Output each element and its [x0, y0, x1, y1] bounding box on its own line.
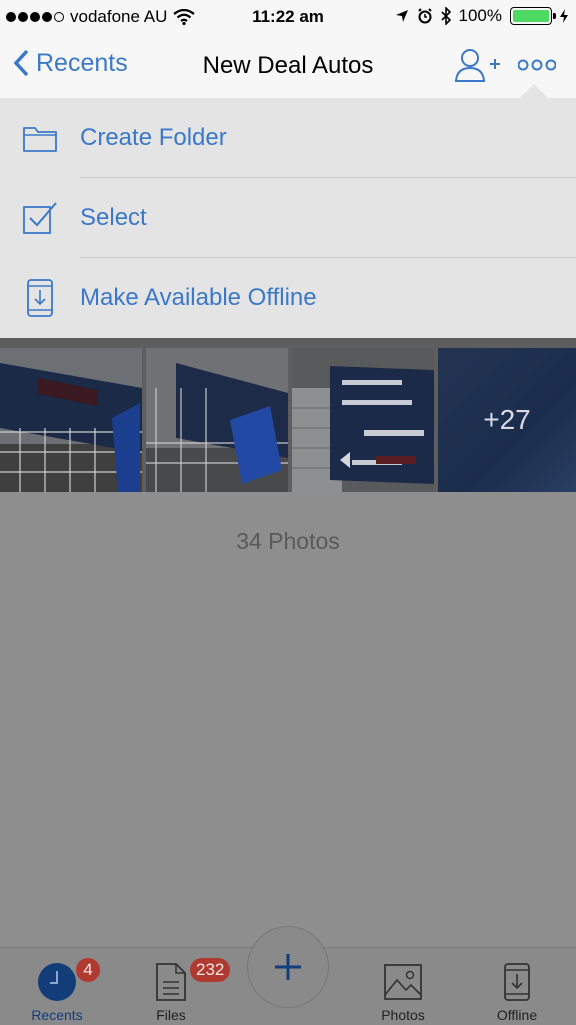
tab-offline[interactable]: Offline	[462, 962, 572, 1023]
add-button[interactable]	[247, 926, 329, 1008]
tab-recents[interactable]: Recents 4	[2, 958, 112, 1023]
status-bar: vodafone AU 11:22 am 100%	[0, 0, 576, 34]
location-arrow-icon	[395, 10, 408, 22]
tab-offline-label: Offline	[496, 1007, 538, 1023]
photo-icon	[384, 964, 422, 1000]
more-icon[interactable]	[518, 58, 556, 72]
tab-photos-label: Photos	[381, 1007, 425, 1023]
recents-badge: 4	[76, 958, 100, 982]
bluetooth-icon	[440, 7, 451, 25]
select-label: Select	[80, 204, 147, 231]
files-badge: 232	[190, 958, 231, 982]
photo-thumbnail[interactable]	[146, 348, 288, 492]
back-button[interactable]: Recents	[12, 48, 128, 78]
photo-thumbnail[interactable]	[292, 348, 434, 492]
plus-icon	[275, 954, 301, 980]
tab-photos[interactable]: Photos	[348, 962, 458, 1023]
make-offline-menu-item[interactable]: Make Available Offline	[0, 258, 576, 338]
tab-files-label: Files	[156, 1007, 186, 1023]
tab-recents-label: Recents	[31, 1007, 83, 1023]
alarm-icon	[417, 8, 432, 24]
battery-fill	[513, 10, 549, 22]
photo-thumbnail[interactable]	[0, 348, 142, 492]
tab-bar: Recents 4 Files 232 Photos Offline	[0, 926, 576, 1025]
select-menu-item[interactable]: Select	[0, 178, 576, 258]
status-right: 100%	[395, 6, 568, 26]
photo-strip: +27	[0, 338, 576, 492]
clock-icon	[38, 963, 76, 1001]
more-photos-count: +27	[483, 404, 531, 435]
nav-actions	[454, 48, 556, 82]
photo-image	[146, 348, 288, 492]
photo-image	[0, 348, 142, 492]
file-icon	[156, 963, 186, 1001]
more-photos-tile[interactable]: +27	[438, 348, 576, 492]
create-folder-menu-item[interactable]: Create Folder	[0, 98, 576, 178]
create-folder-label: Create Folder	[80, 124, 227, 151]
chevron-left-icon	[13, 49, 29, 77]
battery-percent: 100%	[458, 6, 502, 25]
offline-phone-icon	[21, 278, 59, 318]
tab-files[interactable]: Files 232	[116, 958, 231, 1023]
navigation-bar: Recents New Deal Autos	[0, 34, 576, 98]
folder-icon	[21, 118, 59, 158]
back-button-label: Recents	[36, 48, 128, 77]
checkbox-icon	[21, 198, 59, 238]
actions-menu: Create Folder Select Make Available Offl…	[0, 84, 576, 338]
make-offline-label: Make Available Offline	[80, 284, 317, 311]
photo-count: 34 Photos	[236, 528, 340, 554]
photo-image	[292, 348, 434, 492]
menu-caret	[520, 84, 548, 98]
add-person-icon[interactable]	[454, 48, 500, 82]
battery-icon	[510, 7, 556, 25]
charging-icon	[560, 9, 568, 23]
offline-phone-icon	[504, 963, 530, 1001]
